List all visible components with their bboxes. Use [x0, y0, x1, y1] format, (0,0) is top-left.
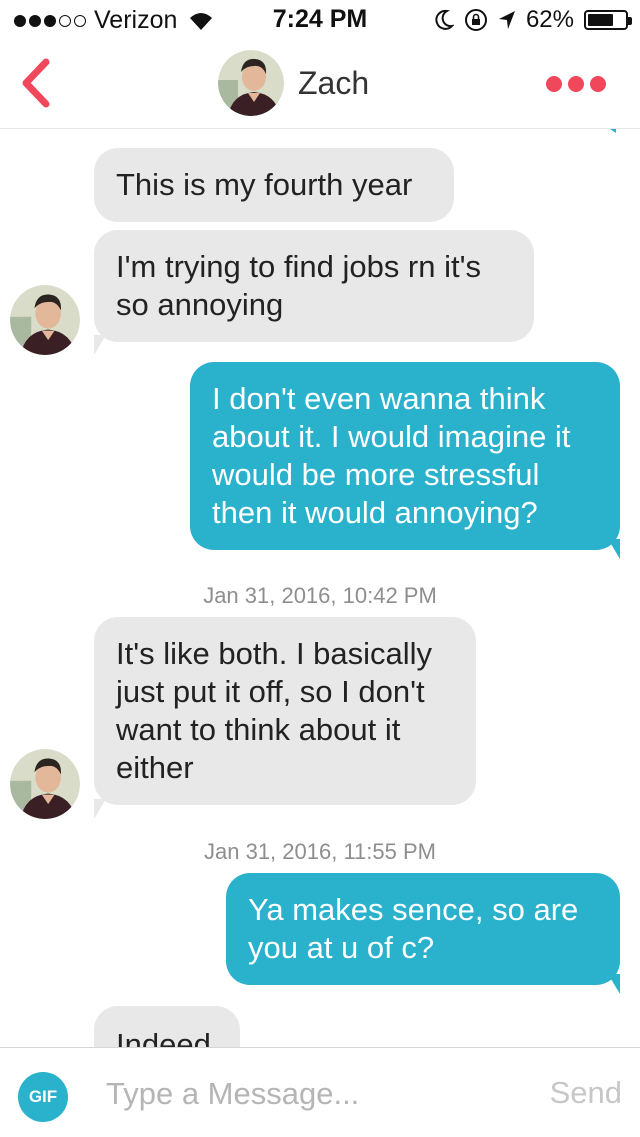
contact-name: Zach	[298, 64, 370, 101]
message-bubble-outgoing[interactable]: Ya makes sence, so are you at u of c?	[226, 873, 620, 985]
message-composer: GIF Send	[0, 1047, 640, 1137]
contact-avatar[interactable]	[218, 50, 284, 116]
timestamp: Jan 31, 2016, 11:55 PM	[204, 839, 436, 864]
battery-icon	[584, 10, 632, 30]
previous-bubble-tail	[604, 129, 616, 133]
message-bubble-incoming[interactable]: I'm trying to find jobs rn it's so annoy…	[94, 230, 534, 342]
contact-avatar-small[interactable]	[10, 285, 80, 355]
rotation-lock-icon	[464, 9, 487, 31]
more-options-icon[interactable]	[546, 76, 606, 92]
bubble-tail	[94, 335, 106, 355]
gif-button[interactable]: GIF	[18, 1072, 68, 1122]
battery-percent: 62%	[525, 6, 574, 33]
timestamp: Jan 31, 2016, 10:42 PM	[203, 583, 437, 608]
message-text: I'm trying to find jobs rn it's so annoy…	[116, 249, 482, 322]
message-text: It's like both. I basically just put it …	[116, 636, 433, 785]
status-right: 62%	[434, 6, 632, 34]
message-bubble-incoming[interactable]: Indeed	[94, 1006, 240, 1047]
message-text: Ya makes sence, so are you at u of c?	[248, 892, 579, 965]
chat-header: Zach	[0, 40, 640, 129]
message-text: Indeed	[116, 1027, 211, 1047]
bubble-tail	[94, 799, 106, 819]
message-thread[interactable]: This is my fourth year I'm trying to fin…	[0, 129, 640, 1047]
message-bubble-incoming[interactable]: It's like both. I basically just put it …	[94, 617, 476, 805]
message-text: I don't even wanna think about it. I wou…	[212, 381, 571, 530]
bubble-tail	[608, 539, 620, 559]
contact-info[interactable]: Zach	[218, 50, 369, 116]
contact-avatar-small[interactable]	[10, 749, 80, 819]
moon-icon	[435, 9, 454, 30]
message-text: This is my fourth year	[116, 167, 413, 202]
message-bubble-outgoing[interactable]: I don't even wanna think about it. I wou…	[190, 362, 620, 550]
back-chevron-icon[interactable]	[16, 58, 56, 108]
bubble-tail	[608, 974, 620, 994]
status-bar: Verizon 7:24 PM 62%	[0, 0, 640, 40]
message-bubble-incoming[interactable]: This is my fourth year	[94, 148, 454, 222]
location-icon	[498, 11, 515, 29]
send-button[interactable]: Send	[550, 1075, 622, 1111]
message-input[interactable]	[106, 1066, 526, 1122]
